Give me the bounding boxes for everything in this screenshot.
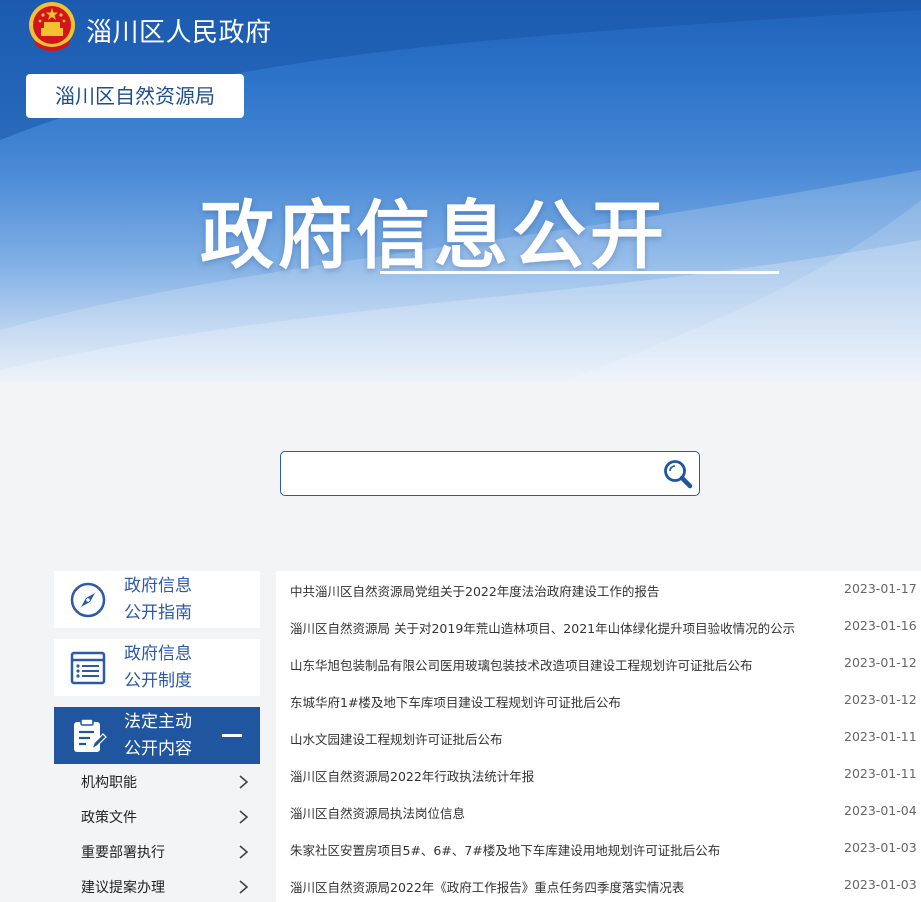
- department-badge[interactable]: 淄川区自然资源局: [26, 74, 244, 118]
- search-box: [280, 451, 700, 496]
- main-content: 政府信息 公开指南 政府信息 公开制度 法定主动 公开内容 机构职能 政策文件 …: [17, 382, 921, 902]
- news-date: 2023-01-03: [844, 840, 917, 855]
- news-date: 2023-01-17: [844, 581, 917, 596]
- news-list: 中共淄川区自然资源局党组关于2022年度法治政府建设工作的报告 2023-01-…: [276, 571, 921, 902]
- sidebar-card-label: 政府信息 公开制度: [124, 644, 192, 691]
- list-document-icon: [70, 651, 106, 685]
- compass-icon: [70, 582, 106, 618]
- sub-item-policy-documents[interactable]: 政策文件: [54, 799, 260, 834]
- news-title[interactable]: 山水文园建设工程规划许可证批后公布: [290, 729, 503, 748]
- news-date: 2023-01-16: [844, 618, 917, 633]
- sidebar-card-guide[interactable]: 政府信息 公开指南: [54, 571, 260, 628]
- sub-item-key-deployment[interactable]: 重要部署执行: [54, 834, 260, 869]
- search-icon[interactable]: [661, 458, 695, 490]
- news-date: 2023-01-11: [844, 729, 917, 744]
- news-item[interactable]: 山东华旭包装制品有限公司医用玻璃包装技术改造项目建设工程规划许可证批后公布 20…: [276, 645, 921, 682]
- news-date: 2023-01-04: [844, 803, 917, 818]
- sidebar-card-statutory-content[interactable]: 法定主动 公开内容: [54, 707, 260, 764]
- news-item[interactable]: 东城华府1#楼及地下车库项目建设工程规划许可证批后公布 2023-01-12: [276, 682, 921, 719]
- news-date: 2023-01-12: [844, 655, 917, 670]
- sub-item-proposals[interactable]: 建议提案办理: [54, 869, 260, 902]
- hero-underline: [380, 271, 779, 274]
- news-title[interactable]: 东城华府1#楼及地下车库项目建设工程规划许可证批后公布: [290, 692, 621, 711]
- sidebar-card-label: 政府信息 公开指南: [124, 576, 192, 623]
- news-item[interactable]: 淄川区自然资源局2022年行政执法统计年报 2023-01-11: [276, 756, 921, 793]
- news-date: 2023-01-03: [844, 877, 917, 892]
- news-title[interactable]: 中共淄川区自然资源局党组关于2022年度法治政府建设工作的报告: [290, 581, 659, 600]
- chevron-right-icon: [239, 775, 249, 789]
- chevron-right-icon: [239, 845, 249, 859]
- news-title[interactable]: 山东华旭包装制品有限公司医用玻璃包装技术改造项目建设工程规划许可证批后公布: [290, 655, 753, 674]
- chevron-right-icon: [239, 810, 249, 824]
- collapse-minus-icon[interactable]: [222, 734, 242, 737]
- news-item[interactable]: 朱家社区安置房项目5#、6#、7#楼及地下车库建设用地规划许可证批后公布 202…: [276, 830, 921, 867]
- news-title[interactable]: 淄川区自然资源局 关于对2019年荒山造林项目、2021年山体绿化提升项目验收情…: [290, 618, 795, 637]
- news-title[interactable]: 淄川区自然资源局2022年《政府工作报告》重点任务四季度落实情况表: [290, 877, 684, 896]
- news-item[interactable]: 淄川区自然资源局2022年《政府工作报告》重点任务四季度落实情况表 2023-0…: [276, 867, 921, 902]
- clipboard-edit-icon: [74, 718, 107, 752]
- news-item[interactable]: 淄川区自然资源局 关于对2019年荒山造林项目、2021年山体绿化提升项目验收情…: [276, 608, 921, 645]
- hero-title: 政府信息公开: [200, 193, 668, 279]
- news-title[interactable]: 淄川区自然资源局2022年行政执法统计年报: [290, 766, 534, 785]
- search-input[interactable]: [291, 460, 651, 488]
- sidebar-card-system[interactable]: 政府信息 公开制度: [54, 639, 260, 696]
- news-date: 2023-01-12: [844, 692, 917, 707]
- national-emblem-icon: [29, 2, 75, 51]
- news-title[interactable]: 朱家社区安置房项目5#、6#、7#楼及地下车库建设用地规划许可证批后公布: [290, 840, 720, 859]
- sub-item-org-functions[interactable]: 机构职能: [54, 764, 260, 799]
- news-title[interactable]: 淄川区自然资源局执法岗位信息: [290, 803, 465, 822]
- news-date: 2023-01-11: [844, 766, 917, 781]
- header-banner: 淄川区人民政府 淄川区自然资源局 政府信息公开: [0, 0, 921, 382]
- news-item[interactable]: 中共淄川区自然资源局党组关于2022年度法治政府建设工作的报告 2023-01-…: [276, 571, 921, 608]
- news-item[interactable]: 山水文园建设工程规划许可证批后公布 2023-01-11: [276, 719, 921, 756]
- chevron-right-icon: [239, 880, 249, 894]
- news-item[interactable]: 淄川区自然资源局执法岗位信息 2023-01-04: [276, 793, 921, 830]
- site-title[interactable]: 淄川区人民政府: [86, 12, 272, 49]
